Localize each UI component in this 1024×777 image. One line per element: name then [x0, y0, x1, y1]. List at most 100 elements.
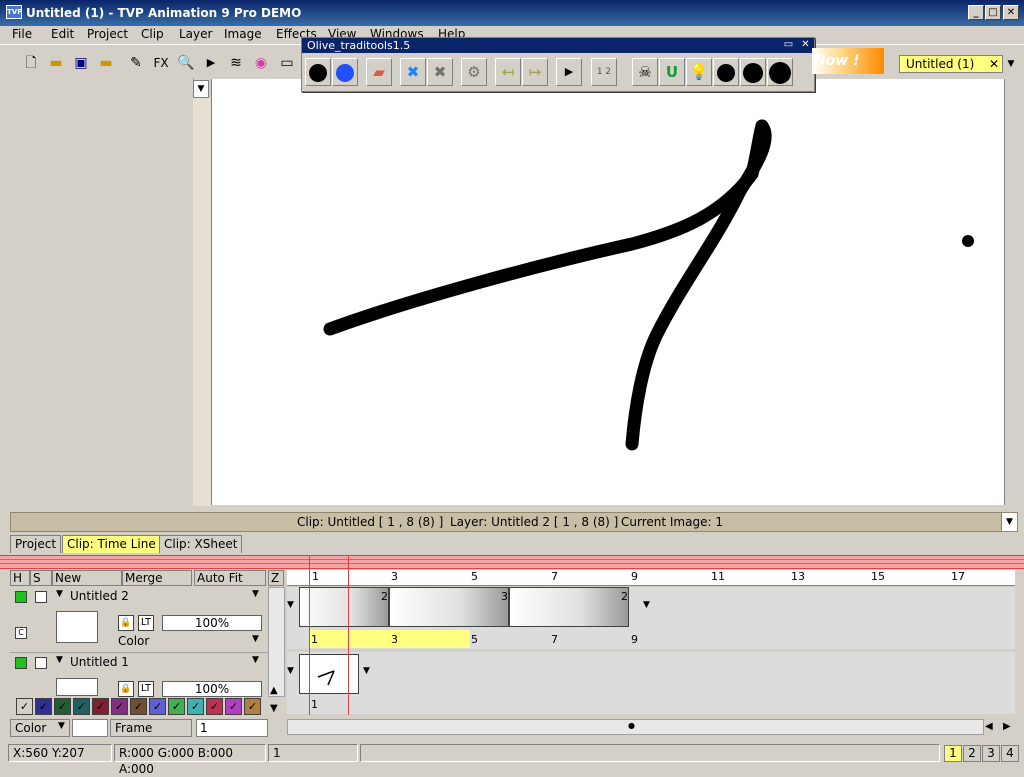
current-color-swatch[interactable]	[72, 719, 108, 737]
move-right-icon[interactable]: ↦	[522, 58, 548, 86]
frame-block[interactable]	[299, 587, 389, 627]
layer-blend-mode[interactable]: Color	[118, 634, 149, 648]
track-end-dropdown-icon[interactable]: ▼	[363, 666, 370, 676]
track-end-dropdown-icon[interactable]: ▼	[643, 600, 650, 610]
palette-swatch[interactable]: ✓	[244, 698, 261, 715]
palette-swatch[interactable]: ✓	[187, 698, 204, 715]
layer-visible-toggle[interactable]	[15, 657, 27, 669]
layer-menu-dropdown-icon[interactable]: ▼	[252, 589, 259, 599]
page-button-3[interactable]: 3	[982, 745, 1000, 762]
current-frame-marker-left[interactable]	[309, 555, 310, 715]
layer-name[interactable]: Untitled 1	[70, 655, 129, 669]
brush-tools-icon[interactable]: ✎	[125, 52, 147, 74]
timeline-ruler[interactable]: 1 3 5 7 9 11 13 15 17	[287, 570, 1015, 586]
black-dot-tool-icon[interactable]	[305, 58, 331, 86]
frame-block[interactable]	[299, 654, 359, 694]
palette-swatch[interactable]: ✓	[206, 698, 223, 715]
status-dropdown-icon[interactable]: ▼	[1001, 513, 1017, 531]
olive-traditools-window[interactable]: Olive_traditools1.5 ▭ ✕ ▰ ✖ ✖ ⚙ ↤ ↦ ▶ 1 …	[301, 37, 815, 92]
lt-toggle[interactable]: LT	[138, 681, 154, 697]
palette-swatch[interactable]: ✓	[225, 698, 242, 715]
frame-block[interactable]	[509, 587, 629, 627]
timeline-horizontal-scrollbar[interactable]: ●	[287, 719, 984, 735]
play-icon[interactable]: ▶	[200, 52, 222, 74]
palette-swatch[interactable]: ✓	[111, 698, 128, 715]
palette-swatch[interactable]: ✓	[168, 698, 185, 715]
scroll-right-arrow-icon[interactable]: ▶	[1003, 721, 1011, 732]
new-layer-dropdown[interactable]: New	[52, 570, 122, 586]
palette-swatch[interactable]: ✓	[73, 698, 90, 715]
medium-brush-dot-icon[interactable]	[740, 58, 766, 86]
open-folder-icon[interactable]: ▬	[45, 52, 67, 74]
layer-opacity-field[interactable]: 100%	[162, 681, 262, 697]
track-dropdown-icon[interactable]: ▼	[287, 600, 294, 610]
selected-frame-range[interactable]	[310, 630, 470, 648]
page-button-1[interactable]: 1	[944, 745, 962, 762]
magnet-icon[interactable]: U	[659, 58, 685, 86]
layer-visible-toggle[interactable]	[15, 591, 27, 603]
menu-project[interactable]: Project	[87, 27, 128, 41]
autofit-dropdown[interactable]: Auto Fit	[194, 570, 266, 586]
scroll-up-arrow-icon[interactable]: ▲	[270, 685, 278, 696]
project-close-icon[interactable]: ✕	[989, 56, 999, 72]
palette-swatch[interactable]: ✓	[16, 698, 33, 715]
frame-input[interactable]: 1	[196, 719, 268, 737]
minimize-button[interactable]: _	[968, 5, 984, 20]
palette-swatch[interactable]: ✓	[35, 698, 52, 715]
lt-toggle[interactable]: LT	[138, 615, 154, 631]
menu-layer[interactable]: Layer	[179, 27, 212, 41]
palette-swatch[interactable]: ✓	[149, 698, 166, 715]
tab-project[interactable]: Project	[10, 535, 62, 553]
move-left-icon[interactable]: ↤	[495, 58, 521, 86]
play-icon[interactable]: ▶	[556, 58, 582, 86]
restore-icon[interactable]: ▭	[782, 39, 795, 52]
timeline-track-untitled-1[interactable]: ▼ ▼ 1	[287, 652, 1015, 714]
scroll-down-arrow-icon[interactable]: ▼	[270, 703, 278, 714]
skull-icon[interactable]: ☠	[632, 58, 658, 86]
close-icon[interactable]: ✕	[799, 39, 812, 52]
page-button-2[interactable]: 2	[963, 745, 981, 762]
project-tab[interactable]: Untitled (1) ✕	[899, 55, 1003, 73]
merge-dropdown[interactable]: Merge	[122, 570, 192, 586]
layer-select-checkbox[interactable]	[35, 591, 47, 603]
tab-xsheet[interactable]: Clip: XSheet	[159, 535, 243, 553]
folder-icon[interactable]: ▬	[95, 52, 117, 74]
layer-opacity-field[interactable]: 100%	[162, 615, 262, 631]
palette-swatch[interactable]: ✓	[92, 698, 109, 715]
color-swatch-icon[interactable]: ▭	[276, 52, 298, 74]
zoom-icon[interactable]: 🔍	[175, 52, 197, 74]
layer-row-untitled-1[interactable]: ▼ Untitled 1 ▼ 🔒 LT 100%	[10, 652, 268, 697]
project-dropdown-icon[interactable]: ▼	[1003, 55, 1019, 73]
new-document-icon[interactable]: 🗋	[20, 52, 42, 74]
blue-cross-icon[interactable]: ✖	[400, 58, 426, 86]
blue-dot-tool-icon[interactable]	[332, 58, 358, 86]
menu-file[interactable]: File	[12, 27, 32, 41]
timeline-separator[interactable]	[0, 555, 1024, 569]
palette-swatch[interactable]: ✓	[54, 698, 71, 715]
layer-expand-icon[interactable]: ▼	[56, 655, 63, 665]
layer-expand-icon[interactable]: ▼	[56, 589, 63, 599]
color-wheel-icon[interactable]: ◉	[250, 52, 272, 74]
buy-now-banner[interactable]: Now !	[812, 48, 884, 74]
tab-timeline[interactable]: Clip: Time Line	[62, 535, 161, 553]
menu-image[interactable]: Image	[224, 27, 262, 41]
fx-icon[interactable]: FX	[150, 52, 172, 74]
lightbulb-icon[interactable]: 💡	[686, 58, 712, 86]
blend-mode-dropdown-icon[interactable]: ▼	[252, 634, 259, 644]
eraser-icon[interactable]: ▰	[366, 58, 392, 86]
layer-list-scrollbar[interactable]	[268, 587, 285, 697]
layers-icon[interactable]: ≋	[225, 52, 247, 74]
drawing-canvas[interactable]	[211, 79, 1005, 505]
scroll-left-arrow-icon[interactable]: ◀	[985, 721, 993, 732]
scroll-thumb[interactable]: ●	[628, 721, 635, 730]
layer-name[interactable]: Untitled 2	[70, 589, 129, 603]
track-dropdown-icon[interactable]: ▼	[287, 666, 294, 676]
lock-icon[interactable]: 🔒	[118, 615, 134, 631]
close-button[interactable]: ✕	[1003, 5, 1019, 20]
panel-dropdown-icon[interactable]: ▼	[193, 80, 209, 98]
frame-block[interactable]	[389, 587, 509, 627]
gear-icon[interactable]: ⚙	[461, 58, 487, 86]
menu-clip[interactable]: Clip	[141, 27, 164, 41]
current-frame-marker-right[interactable]	[348, 555, 349, 715]
save-icon[interactable]: ▣	[70, 52, 92, 74]
